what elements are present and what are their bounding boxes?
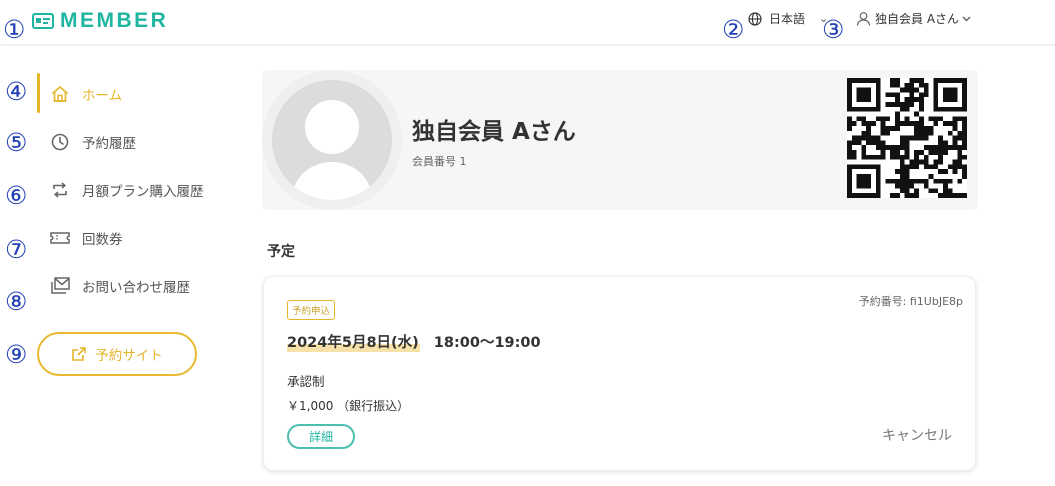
reservation-site-button[interactable]: 予約サイト xyxy=(37,332,197,376)
member-number: 会員番号 1 xyxy=(412,155,467,168)
schedule-title: 予定 xyxy=(267,244,295,260)
qr-code xyxy=(847,78,967,198)
annotation-1: ① xyxy=(3,15,26,44)
cancel-link[interactable]: キャンセル xyxy=(882,425,952,445)
sidebar-item-monthly-plan-history[interactable]: 月額プラン購入履歴 xyxy=(48,178,204,202)
home-icon xyxy=(48,82,72,106)
reservation-date: 2024年5月8日(水) xyxy=(287,331,420,352)
user-name: 独自会員 Aさん xyxy=(875,12,960,26)
annotation-8: ⑧ xyxy=(5,287,28,316)
avatar xyxy=(272,80,392,200)
annotation-5: ⑤ xyxy=(5,128,28,157)
annotation-2: ② xyxy=(722,15,745,44)
reservation-number: 予約番号: fi1UbJE8p xyxy=(858,295,963,308)
mail-icon xyxy=(48,274,72,298)
chevron-down-icon xyxy=(962,15,971,22)
reservation-card: 予約申込 予約番号: fi1UbJE8p 2024年5月8日(水) 18:00〜… xyxy=(263,276,976,471)
user-menu[interactable]: 独自会員 Aさん xyxy=(856,10,971,27)
approval-type: 承認制 xyxy=(287,374,325,389)
status-badge: 予約申込 xyxy=(287,300,336,320)
ticket-icon xyxy=(48,226,72,250)
reservation-datetime: 2024年5月8日(水) 18:00〜19:00 xyxy=(287,331,541,352)
reservation-site-label: 予約サイト xyxy=(95,348,163,364)
annotation-9: ⑨ xyxy=(5,340,28,369)
annotation-7: ⑦ xyxy=(5,235,28,264)
annotation-6: ⑥ xyxy=(5,181,28,210)
sidebar-item-label: お問い合わせ履歴 xyxy=(82,280,190,296)
language-label: 日本語 xyxy=(769,12,806,26)
profile-name: 独自会員 Aさん xyxy=(412,119,576,145)
sidebar-item-inquiry-history[interactable]: お問い合わせ履歴 xyxy=(48,274,190,298)
sidebar-item-label: 月額プラン購入履歴 xyxy=(82,184,204,200)
external-link-icon xyxy=(72,347,87,361)
reservation-time: 18:00〜19:00 xyxy=(433,335,541,351)
member-card-icon xyxy=(32,13,54,29)
logo[interactable]: MEMBER xyxy=(32,10,168,32)
sidebar-item-label: 回数券 xyxy=(82,232,123,248)
sidebar-item-label: 予約履歴 xyxy=(82,136,136,152)
sidebar-item-coupon-ticket[interactable]: 回数券 xyxy=(48,226,123,250)
sidebar-item-reservation-history[interactable]: 予約履歴 xyxy=(48,130,136,154)
sidebar-item-home[interactable]: ホーム xyxy=(48,82,122,106)
annotation-3: ③ xyxy=(822,15,845,44)
detail-button[interactable]: 詳細 xyxy=(287,424,355,449)
language-selector[interactable]: 日本語 ⌄ xyxy=(748,10,828,27)
reservation-price: ￥1,000 （銀行振込） xyxy=(287,399,410,413)
user-icon xyxy=(856,12,871,26)
clock-icon xyxy=(48,130,72,154)
profile-card: 独自会員 Aさん 会員番号 1 xyxy=(262,70,978,210)
globe-icon xyxy=(748,11,762,26)
active-indicator xyxy=(37,73,40,113)
logo-text: MEMBER xyxy=(60,9,169,32)
app-header: MEMBER 日本語 ⌄ 独自会員 Aさん xyxy=(0,0,1055,45)
sidebar-item-label: ホーム xyxy=(82,88,123,104)
default-avatar-icon xyxy=(292,100,372,200)
annotation-4: ④ xyxy=(5,77,28,106)
repeat-icon xyxy=(48,178,72,202)
